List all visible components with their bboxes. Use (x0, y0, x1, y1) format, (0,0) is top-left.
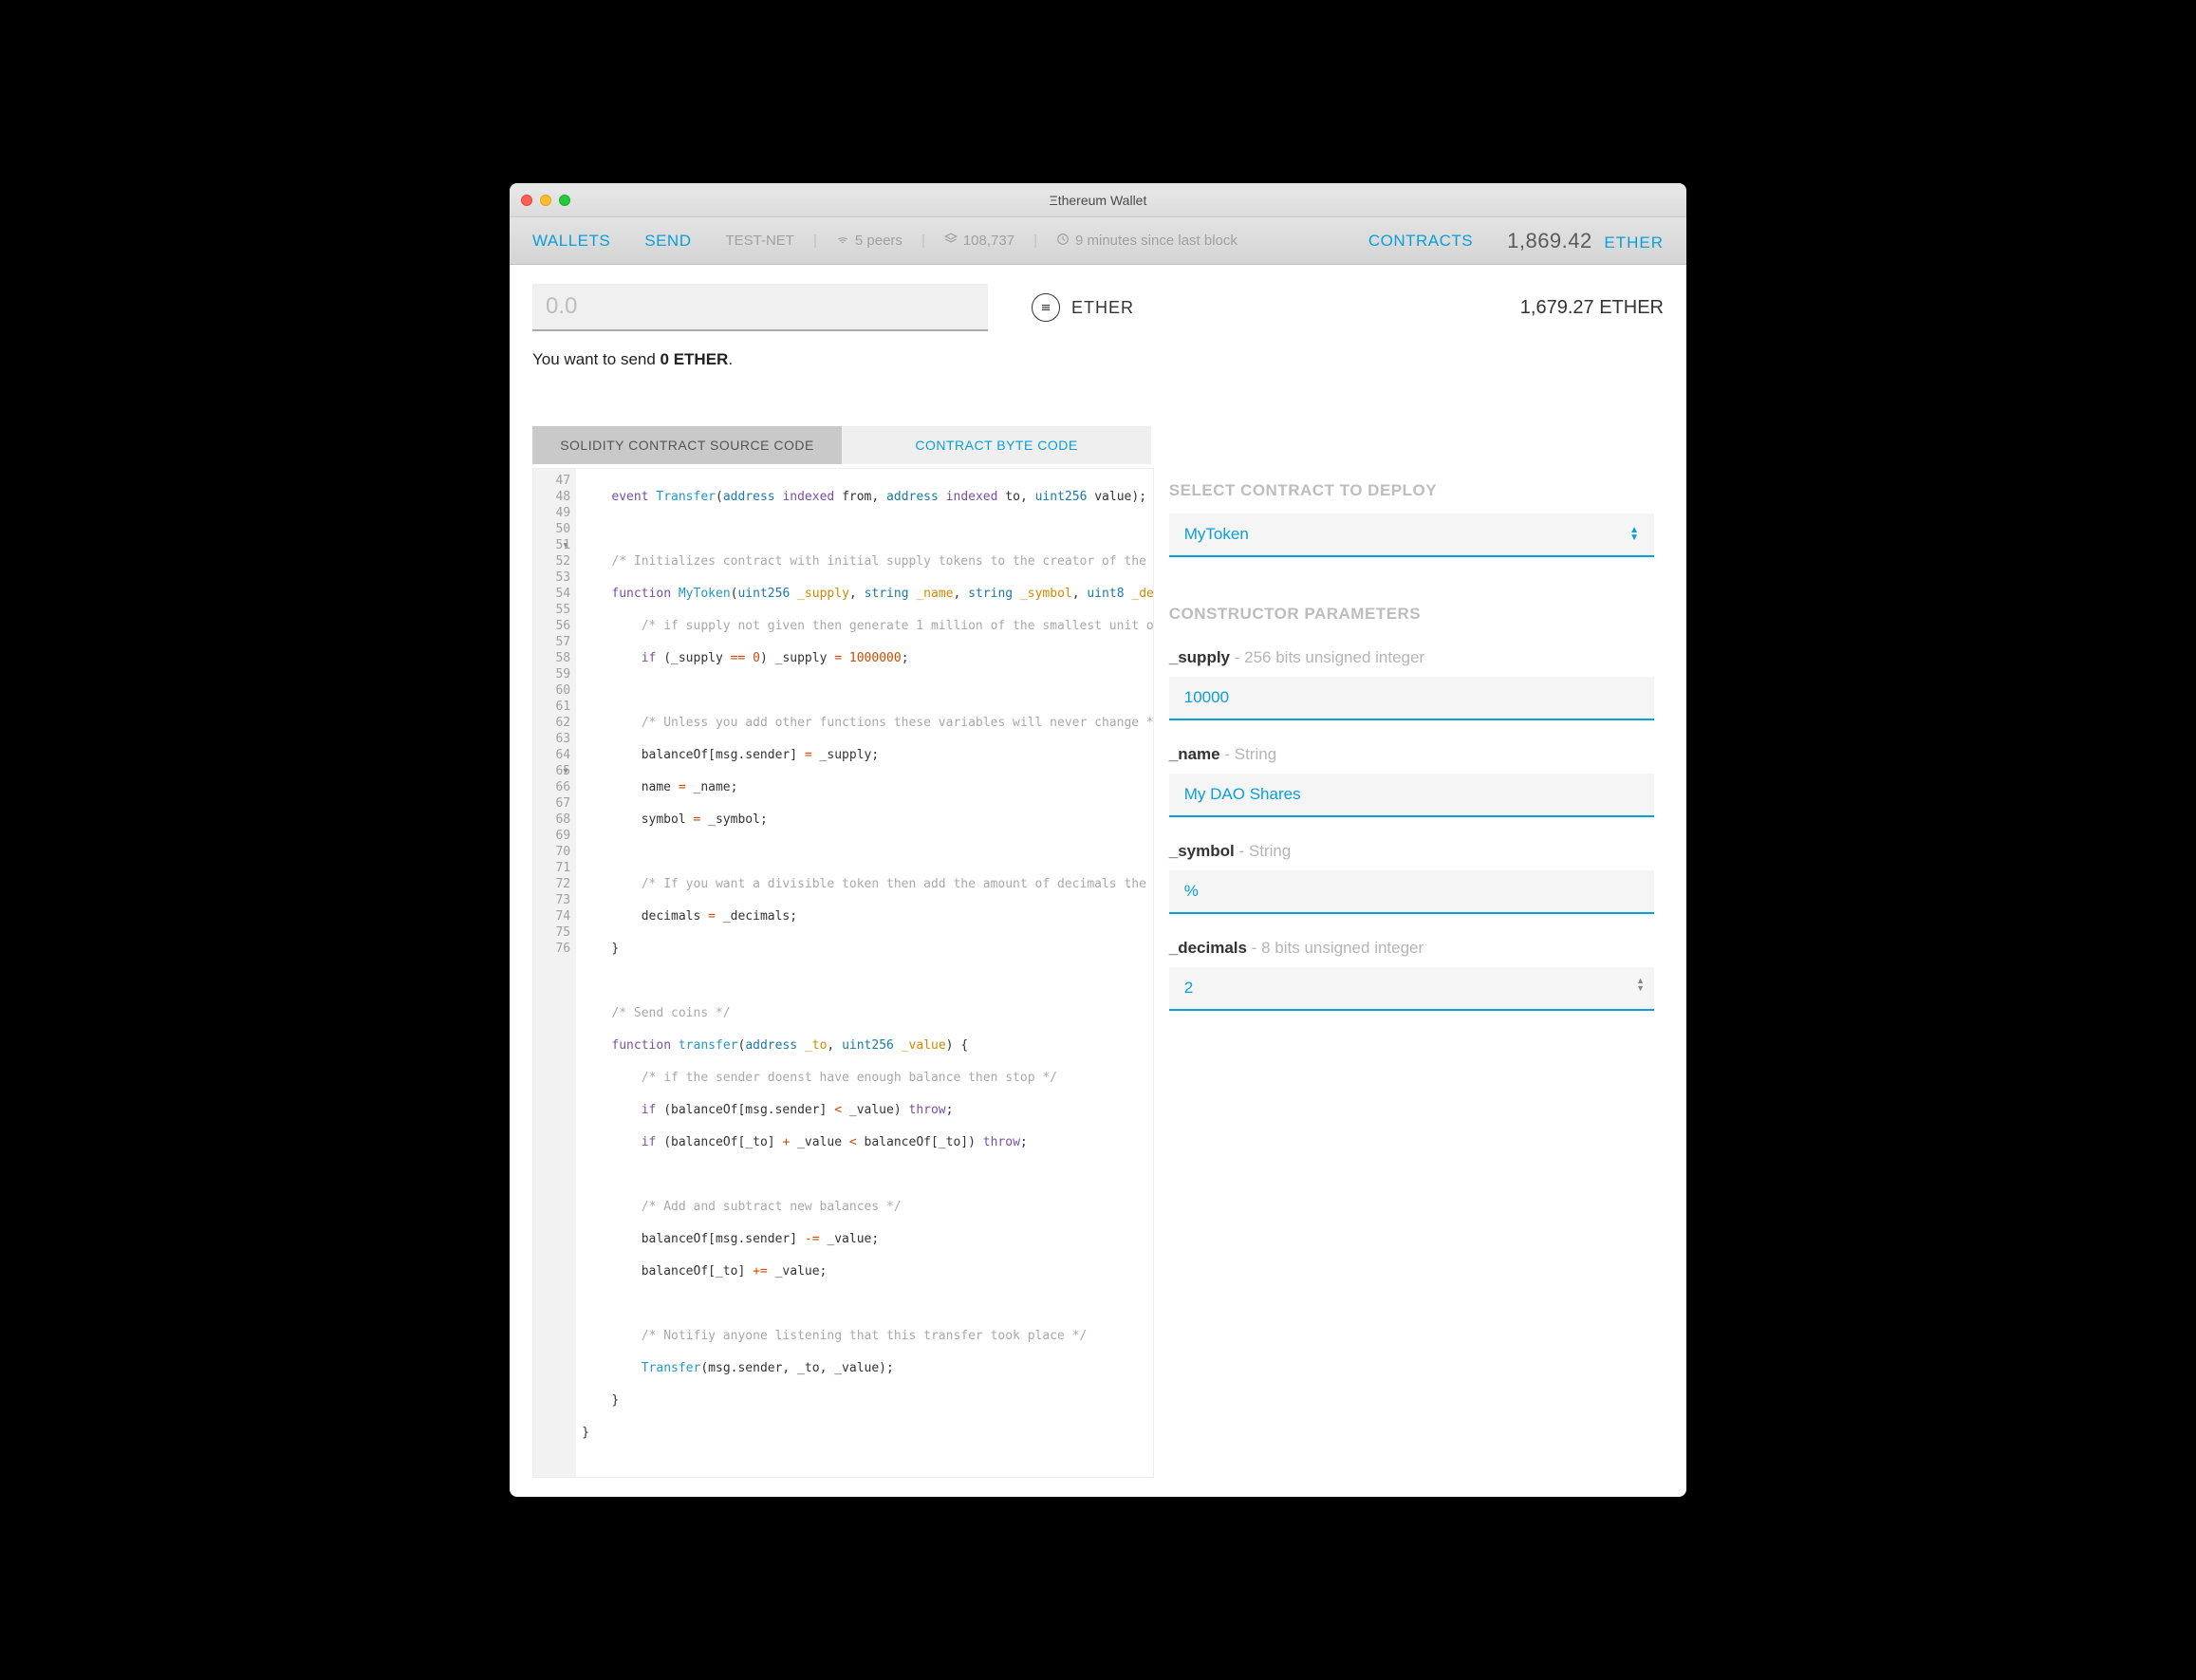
contract-select[interactable]: MyToken ▲▼ (1169, 513, 1654, 557)
deploy-panel: SELECT CONTRACT TO DEPLOY MyToken ▲▼ CON… (1169, 468, 1664, 1478)
nav-contracts[interactable]: CONTRACTS (1368, 232, 1473, 251)
tab-source-code[interactable]: SOLIDITY CONTRACT SOURCE CODE (532, 426, 842, 464)
nav-wallets[interactable]: WALLETS (532, 232, 610, 251)
param-name-label: _name - String (1169, 745, 1654, 764)
nav-send[interactable]: SEND (644, 232, 691, 251)
tab-byte-code[interactable]: CONTRACT BYTE CODE (842, 426, 1151, 464)
wallet-balance: 1,869.42 ETHER (1507, 229, 1664, 253)
currency-selector[interactable]: ETHER (1032, 293, 1134, 322)
status-blocks: 108,737 (963, 233, 1014, 249)
account-balance: 1,679.27 ETHER (1520, 297, 1664, 319)
network-status: TEST-NET | 5 peers | 108,737 | 9 minutes… (725, 233, 1237, 250)
close-icon[interactable] (521, 195, 532, 206)
minimize-icon[interactable] (540, 195, 551, 206)
constructor-params-title: CONSTRUCTOR PARAMETERS (1169, 605, 1654, 624)
param-symbol-input[interactable] (1169, 870, 1654, 914)
app-window: Ξthereum Wallet WALLETS SEND TEST-NET | … (510, 183, 1686, 1497)
stepper-icon[interactable]: ▲▼ (1636, 977, 1645, 992)
wifi-icon (836, 233, 849, 250)
traffic-lights (521, 195, 570, 206)
window-title: Ξthereum Wallet (510, 193, 1686, 208)
param-decimals-input[interactable] (1169, 967, 1654, 1011)
navbar: WALLETS SEND TEST-NET | 5 peers | 108,73… (510, 217, 1686, 265)
param-decimals-label: _decimals - 8 bits unsigned integer (1169, 939, 1654, 958)
menu-icon (1032, 293, 1060, 322)
status-network: TEST-NET (725, 233, 794, 249)
send-summary: You want to send 0 ETHER. (532, 350, 1664, 369)
zoom-icon[interactable] (559, 195, 570, 206)
status-sync: 9 minutes since last block (1075, 233, 1238, 249)
chevron-updown-icon: ▲▼ (1629, 527, 1639, 542)
editor-gutter: 47 48 49 50 ▾51 52 53 54 55 56 57 58 59 … (533, 469, 576, 1477)
param-name-input[interactable] (1169, 774, 1654, 817)
param-symbol-label: _symbol - String (1169, 842, 1654, 861)
stack-icon (944, 233, 958, 250)
param-supply-label: _supply - 256 bits unsigned integer (1169, 648, 1654, 667)
amount-input[interactable] (532, 284, 988, 331)
code-editor[interactable]: 47 48 49 50 ▾51 52 53 54 55 56 57 58 59 … (532, 468, 1154, 1478)
currency-label: ETHER (1071, 298, 1134, 318)
editor-code[interactable]: event Transfer(address indexed from, add… (576, 469, 1153, 1477)
titlebar: Ξthereum Wallet (510, 183, 1686, 217)
contract-selected: MyToken (1184, 525, 1249, 544)
status-peers: 5 peers (855, 233, 903, 249)
param-supply-input[interactable] (1169, 677, 1654, 720)
clock-icon (1056, 233, 1070, 250)
deploy-select-title: SELECT CONTRACT TO DEPLOY (1169, 481, 1654, 500)
code-tabs: SOLIDITY CONTRACT SOURCE CODE CONTRACT B… (532, 426, 1664, 464)
